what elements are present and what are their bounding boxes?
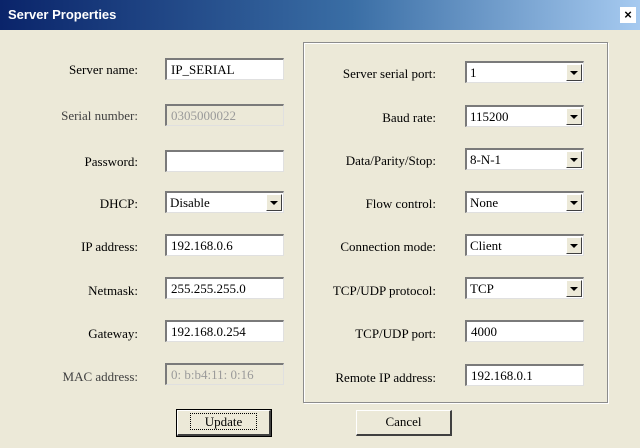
server-name-input[interactable]: IP_SERIAL (165, 58, 284, 80)
chevron-down-icon[interactable] (566, 280, 582, 297)
baud-rate-value: 115200 (470, 109, 509, 124)
chevron-down-icon[interactable] (566, 108, 582, 125)
chevron-down-icon[interactable] (566, 151, 582, 168)
gateway-label: Gateway: (88, 326, 138, 341)
update-button[interactable]: Update (176, 409, 272, 437)
window-title: Server Properties (8, 7, 117, 22)
serial-settings-group (303, 42, 608, 403)
connection-mode-value: Client (470, 238, 502, 253)
tcp-udp-protocol-value: TCP (470, 281, 494, 296)
remote-ip-address-input[interactable]: 192.168.0.1 (465, 364, 584, 386)
serial-number-label: Serial number: (61, 108, 138, 123)
baud-rate-label: Baud rate: (382, 110, 436, 125)
server-serial-port-select[interactable]: 1 (465, 61, 584, 83)
password-input[interactable] (165, 150, 284, 172)
server-serial-port-value: 1 (470, 65, 477, 80)
serial-number-field: 0305000022 (165, 104, 284, 126)
connection-mode-select[interactable]: Client (465, 234, 584, 256)
update-button-label: Update (189, 413, 258, 430)
dhcp-label: DHCP: (99, 196, 138, 211)
ip-address-input[interactable]: 192.168.0.6 (165, 234, 284, 256)
chevron-down-icon[interactable] (566, 194, 582, 211)
data-parity-stop-value: 8-N-1 (470, 152, 502, 167)
remote-ip-address-label: Remote IP address: (335, 370, 436, 385)
tcp-udp-protocol-label: TCP/UDP protocol: (332, 283, 436, 298)
mac-address-label: MAC address: (62, 369, 138, 384)
flow-control-label: Flow control: (365, 196, 436, 211)
data-parity-stop-select[interactable]: 8-N-1 (465, 148, 584, 170)
netmask-input[interactable]: 255.255.255.0 (165, 277, 284, 299)
server-properties-dialog: Server name: IP_SERIAL Serial number: 03… (0, 30, 640, 448)
flow-control-value: None (470, 195, 499, 210)
baud-rate-select[interactable]: 115200 (465, 105, 584, 127)
cancel-button-label: Cancel (385, 414, 422, 429)
tcp-udp-port-input[interactable]: 4000 (465, 320, 584, 342)
tcp-udp-port-label: TCP/UDP port: (355, 326, 436, 341)
flow-control-select[interactable]: None (465, 191, 584, 213)
connection-mode-label: Connection mode: (340, 239, 436, 254)
netmask-label: Netmask: (88, 283, 138, 298)
data-parity-stop-label: Data/Parity/Stop: (345, 153, 436, 168)
cancel-button[interactable]: Cancel (356, 410, 452, 436)
gateway-input[interactable]: 192.168.0.254 (165, 320, 284, 342)
server-name-label: Server name: (69, 62, 138, 77)
tcp-udp-protocol-select[interactable]: TCP (465, 277, 584, 299)
dhcp-value: Disable (170, 195, 210, 210)
password-label: Password: (84, 154, 138, 169)
dhcp-select[interactable]: Disable (165, 191, 284, 213)
chevron-down-icon[interactable] (266, 194, 282, 211)
title-bar[interactable]: Server Properties × (0, 0, 640, 30)
chevron-down-icon[interactable] (566, 237, 582, 254)
mac-address-field: 0: b:b4:11: 0:16 (165, 363, 284, 385)
close-icon[interactable]: × (620, 7, 636, 23)
ip-address-label: IP address: (81, 239, 138, 254)
chevron-down-icon[interactable] (566, 64, 582, 81)
server-serial-port-label: Server serial port: (342, 66, 436, 81)
